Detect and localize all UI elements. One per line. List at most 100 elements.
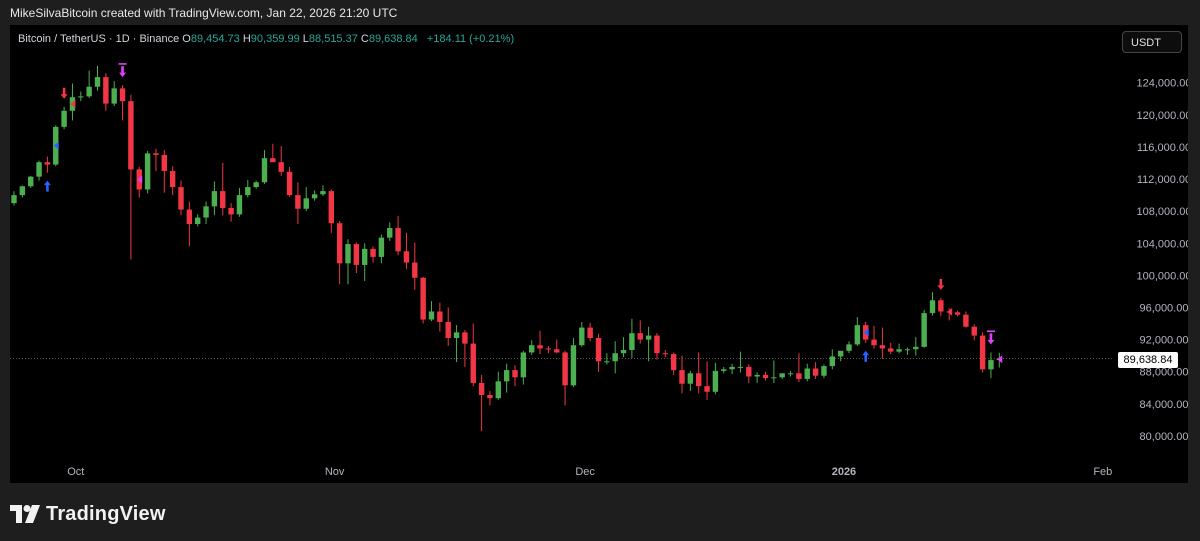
candle-body bbox=[111, 88, 117, 104]
open-label: O bbox=[182, 33, 191, 45]
candle-body bbox=[478, 382, 485, 395]
candle-body bbox=[195, 217, 201, 225]
candle-body bbox=[103, 77, 109, 104]
candle-body bbox=[362, 248, 368, 265]
candle-body bbox=[854, 325, 861, 345]
change-value: +184.11 (+0.21%) bbox=[426, 33, 515, 45]
candle-body bbox=[696, 373, 702, 387]
candle-body bbox=[938, 300, 944, 312]
y-tick-label: 124,000.00 bbox=[1136, 78, 1188, 90]
candle-body bbox=[837, 350, 844, 357]
candle-body bbox=[286, 171, 293, 196]
candle-body bbox=[144, 153, 151, 190]
currency-button[interactable]: USDT bbox=[1122, 31, 1182, 53]
candle-body bbox=[896, 349, 902, 352]
candle-body bbox=[320, 191, 326, 195]
candle-body bbox=[545, 348, 552, 350]
candle-body bbox=[353, 244, 360, 265]
x-tick-label: Feb bbox=[1093, 466, 1112, 478]
candle-body bbox=[336, 223, 343, 264]
candle-body bbox=[462, 332, 468, 344]
candle-body bbox=[670, 354, 677, 371]
y-tick-label: 80,000.00 bbox=[1140, 431, 1188, 443]
candle-body bbox=[245, 187, 251, 196]
candle-body bbox=[295, 195, 301, 209]
candle-body bbox=[328, 191, 334, 224]
candle-body bbox=[929, 300, 936, 314]
candle-body bbox=[796, 373, 802, 379]
candle-body bbox=[871, 339, 877, 346]
sell-signal-icon bbox=[119, 66, 127, 78]
candle-body bbox=[904, 349, 911, 351]
candle-body bbox=[812, 368, 819, 376]
candle-body bbox=[178, 187, 184, 210]
candlestick-chart[interactable]: 80,000.00 84,000.00 88,000.00 92,000.00 96,0… bbox=[10, 25, 1188, 483]
candle-body bbox=[278, 162, 284, 172]
y-tick-label: 92,000.00 bbox=[1140, 335, 1188, 347]
candle-body bbox=[645, 335, 652, 340]
candle-body bbox=[654, 335, 660, 354]
tradingview-logo: TradingView bbox=[10, 500, 166, 528]
candle-body bbox=[629, 333, 635, 351]
candle-body bbox=[78, 96, 84, 98]
candle-body bbox=[913, 346, 919, 350]
candle-body bbox=[503, 370, 510, 382]
candle-body bbox=[345, 244, 351, 264]
symbol-legend: Bitcoin / TetherUS · 1D · Binance O89,45… bbox=[18, 33, 514, 45]
candle-body bbox=[370, 248, 376, 257]
candle-body bbox=[153, 153, 159, 155]
candle-body bbox=[94, 77, 101, 87]
candle-body bbox=[487, 394, 493, 399]
candle-body bbox=[963, 314, 969, 327]
x-tick-label: Dec bbox=[575, 466, 595, 478]
candle-body bbox=[846, 344, 852, 351]
candle-body bbox=[420, 277, 426, 320]
candle-body bbox=[988, 360, 994, 370]
candle-body bbox=[403, 251, 410, 263]
candle-body bbox=[570, 345, 577, 386]
chart-caption: MikeSilvaBitcoin created with TradingVie… bbox=[10, 6, 398, 20]
symbol-title: Bitcoin / TetherUS · 1D · Binance bbox=[18, 33, 180, 45]
exit-bar-icon bbox=[118, 63, 127, 65]
candle-body bbox=[203, 206, 209, 218]
sell-signal-icon bbox=[937, 278, 945, 290]
candle-body bbox=[270, 158, 276, 163]
y-tick-label: 84,000.00 bbox=[1140, 399, 1188, 411]
candle-body bbox=[662, 353, 668, 355]
candle-body bbox=[228, 207, 234, 215]
sell-signal-icon bbox=[60, 87, 68, 99]
candle-body bbox=[445, 321, 451, 338]
candle-body bbox=[704, 386, 710, 392]
candle-body bbox=[453, 332, 460, 338]
y-tick-label: 120,000.00 bbox=[1136, 110, 1188, 122]
chart-panel[interactable]: 80,000.00 84,000.00 88,000.00 92,000.00 96,0… bbox=[10, 25, 1188, 483]
candle-body bbox=[11, 195, 17, 204]
candle-body bbox=[971, 326, 977, 336]
candle-body bbox=[620, 350, 627, 354]
candle-body bbox=[529, 345, 535, 353]
candle-body bbox=[804, 368, 810, 379]
candle-body bbox=[787, 373, 794, 375]
candle-body bbox=[579, 327, 585, 346]
candle-body bbox=[211, 191, 218, 207]
y-tick-label: 100,000.00 bbox=[1136, 270, 1188, 282]
exit-bar-icon bbox=[986, 330, 995, 333]
buy-signal-icon bbox=[43, 180, 51, 192]
candle-body bbox=[470, 343, 476, 383]
x-tick-label: Nov bbox=[325, 466, 345, 478]
y-tick-label: 112,000.00 bbox=[1137, 174, 1188, 186]
candle-body bbox=[771, 377, 777, 379]
last-price-tag: 89,638.84 bbox=[1118, 352, 1178, 368]
candle-body bbox=[220, 191, 226, 208]
candle-body bbox=[395, 228, 401, 252]
candle-body bbox=[821, 366, 827, 376]
x-tick-label: 2026 bbox=[832, 466, 856, 478]
candle-body bbox=[128, 101, 134, 170]
candle-body bbox=[387, 228, 393, 238]
candle-body bbox=[412, 262, 418, 278]
y-tick-label: 116,000.00 bbox=[1137, 142, 1188, 154]
candle-body bbox=[679, 370, 685, 384]
candle-body bbox=[61, 110, 67, 127]
candle-body bbox=[921, 313, 927, 347]
open-value: 89,454.73 bbox=[190, 33, 240, 45]
